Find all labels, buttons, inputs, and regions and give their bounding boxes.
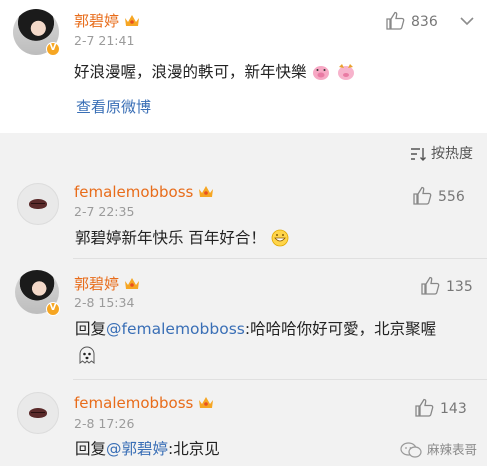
comment-time: 2-7 22:35 bbox=[74, 204, 135, 219]
sort-toggle[interactable]: 按热度 bbox=[410, 143, 473, 163]
mention-link[interactable]: @femalemobboss bbox=[106, 320, 245, 338]
comment-text: 回复@郭碧婷:北京见 bbox=[75, 440, 220, 458]
mention-link[interactable]: @郭碧婷 bbox=[106, 440, 168, 458]
comment-text: 郭碧婷新年快乐 百年好合！ bbox=[75, 226, 289, 248]
pig-emoji-icon-2 bbox=[338, 64, 355, 80]
ghost-emoji-icon bbox=[79, 346, 95, 365]
comment-like-button[interactable]: 143 bbox=[414, 398, 467, 417]
sort-icon bbox=[411, 148, 426, 161]
divider bbox=[73, 258, 487, 259]
watermark: 麻辣表哥 bbox=[400, 439, 477, 458]
comment-text: 回复@femalemobboss:哈哈哈你好可愛，北京聚喔 bbox=[75, 320, 437, 338]
crown-badge-icon bbox=[125, 278, 140, 289]
verified-badge-icon: V bbox=[46, 42, 60, 56]
comment-like-button[interactable]: 135 bbox=[420, 276, 473, 295]
post-time: 2-7 21:41 bbox=[74, 33, 135, 48]
comment-like-button[interactable]: 556 bbox=[412, 186, 465, 205]
divider bbox=[73, 379, 487, 380]
thumb-up-icon bbox=[415, 398, 434, 417]
comment-author[interactable]: femalemobboss bbox=[74, 183, 215, 201]
post-text: 好浪漫喔，浪漫的軼可，新年快樂 bbox=[74, 60, 356, 82]
thumb-up-icon bbox=[386, 11, 405, 30]
verified-badge-icon: V bbox=[46, 302, 60, 316]
chevron-down-icon[interactable] bbox=[460, 17, 474, 26]
comment-time: 2-8 17:26 bbox=[74, 416, 135, 431]
comment-author[interactable]: 郭碧婷 bbox=[74, 273, 141, 294]
crown-badge-icon bbox=[199, 186, 214, 197]
view-original-link[interactable]: 查看原微博 bbox=[76, 96, 151, 117]
original-post: V 郭碧婷 2-7 21:41 836 好浪漫喔，浪漫的軼可，新年快樂 查看原微… bbox=[0, 0, 487, 133]
post-like-button[interactable]: 836 bbox=[385, 11, 438, 30]
avatar[interactable] bbox=[17, 392, 59, 434]
thumb-up-icon bbox=[413, 186, 432, 205]
crown-badge-icon bbox=[199, 397, 214, 408]
thumb-up-icon bbox=[421, 276, 440, 295]
comment-author[interactable]: femalemobboss bbox=[74, 394, 215, 412]
pig-emoji-icon bbox=[313, 66, 330, 80]
grin-emoji-icon bbox=[271, 229, 289, 247]
post-author[interactable]: 郭碧婷 bbox=[74, 10, 141, 31]
avatar[interactable] bbox=[17, 183, 59, 225]
comment-time: 2-8 15:34 bbox=[74, 295, 135, 310]
crown-badge-icon bbox=[125, 15, 140, 26]
wechat-icon bbox=[400, 442, 422, 458]
